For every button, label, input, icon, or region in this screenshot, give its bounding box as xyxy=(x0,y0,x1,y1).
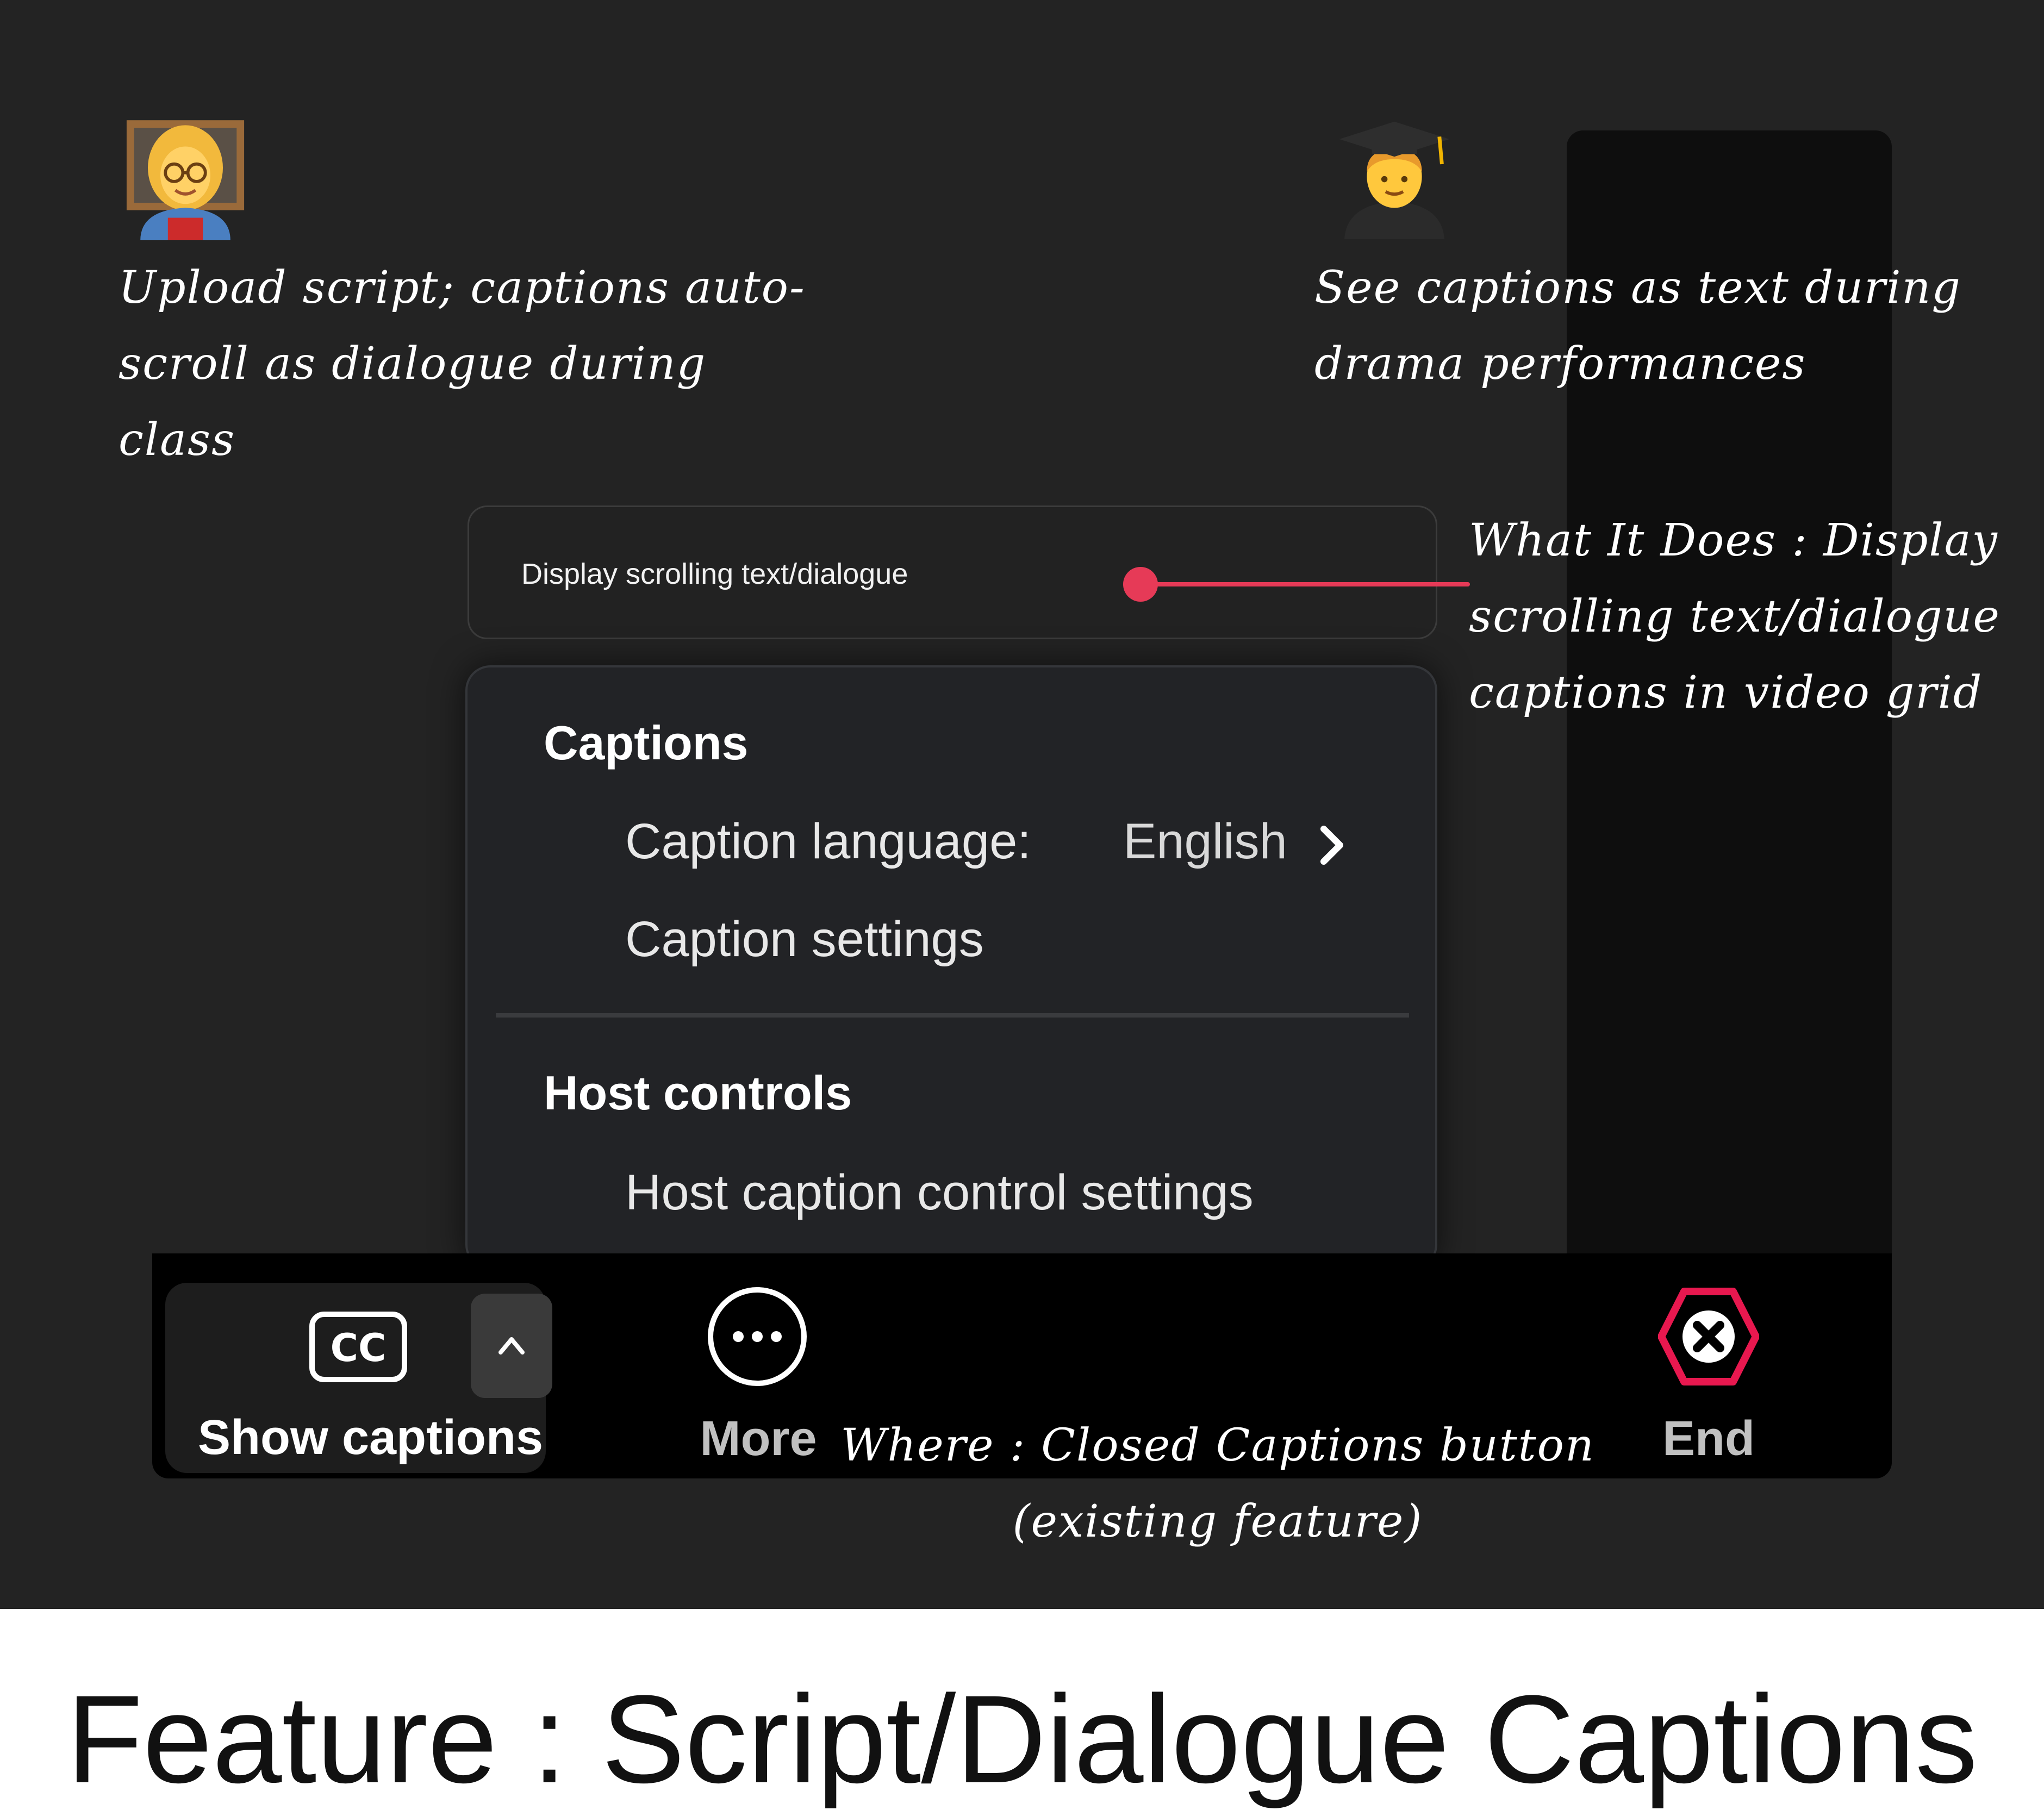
host-caption-control-settings-item[interactable]: Host caption control settings xyxy=(625,1164,1254,1221)
caption-language-value[interactable]: English xyxy=(1123,813,1287,870)
show-captions-label: Show captions xyxy=(198,1410,544,1465)
menu-divider xyxy=(496,1013,1409,1018)
teacher-emoji-icon xyxy=(126,120,245,240)
caption-settings-item[interactable]: Caption settings xyxy=(625,911,984,968)
where-note: Where : Closed Captions button (existing… xyxy=(840,1420,1595,1547)
feature-callout-box: Display scrolling text/dialogue xyxy=(468,505,1437,639)
chevron-right-icon[interactable] xyxy=(1316,821,1348,870)
show-captions-button[interactable]: CC Show captions xyxy=(165,1283,552,1473)
cc-icon-text: CC xyxy=(331,1326,387,1370)
caption-language-item[interactable]: Caption language: xyxy=(625,813,1031,870)
student-emoji-icon xyxy=(1339,121,1450,239)
feature-callout-label: Display scrolling text/dialogue xyxy=(521,558,908,590)
chevron-up-icon xyxy=(498,1337,525,1355)
end-call-icon xyxy=(1658,1288,1759,1385)
captions-menu: Captions Caption language: English Capti… xyxy=(465,665,1437,1270)
end-button[interactable]: End xyxy=(1631,1286,1783,1466)
host-controls-heading: Host controls xyxy=(544,1066,852,1120)
feature-title: Feature : Script/Dialogue Captions xyxy=(66,1669,1978,1809)
more-dots-icon xyxy=(708,1287,807,1386)
closed-captions-icon[interactable]: CC xyxy=(309,1311,408,1383)
callout-pointer-line xyxy=(1142,582,1470,586)
student-use-case-note: See captions as text during drama perfor… xyxy=(1314,262,1961,390)
what-it-does-note: What It Does : Display scrolling text/di… xyxy=(1469,515,2001,719)
end-label: End xyxy=(1662,1412,1755,1466)
callout-pointer-dot xyxy=(1123,567,1158,602)
captions-menu-toggle-button[interactable] xyxy=(471,1294,552,1398)
captions-heading: Captions xyxy=(544,716,749,770)
teacher-use-case-note: Upload script; captions auto- scroll as … xyxy=(119,262,806,466)
